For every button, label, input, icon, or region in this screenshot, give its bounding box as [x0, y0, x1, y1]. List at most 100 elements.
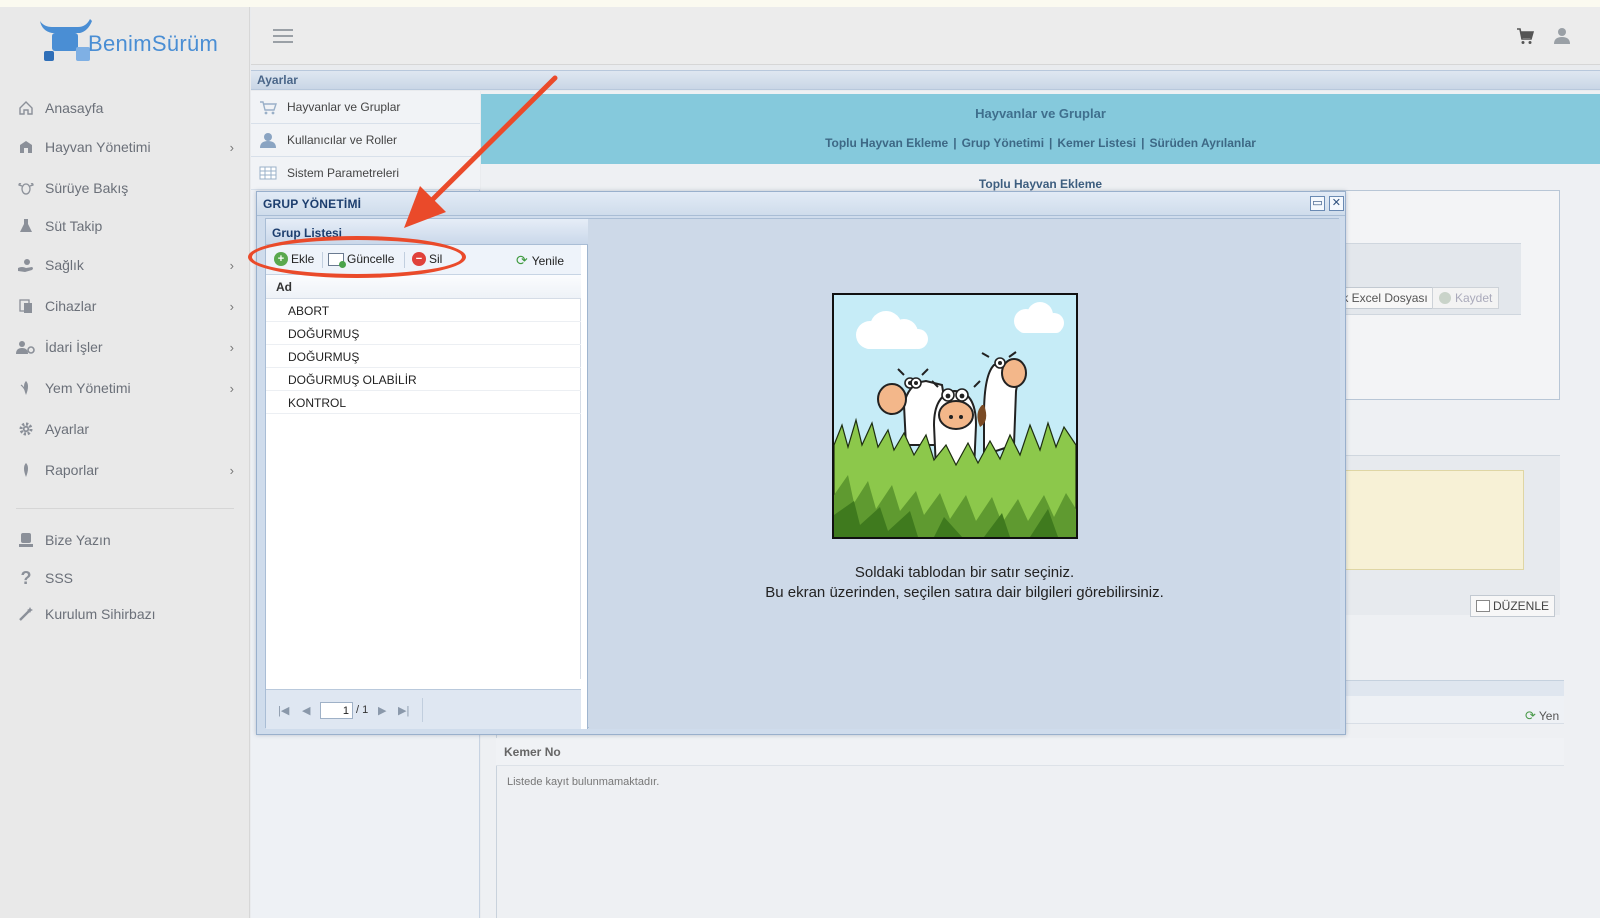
- sidebar-item-label: Süt Takip: [45, 218, 103, 234]
- ayarlar-menu-hayvanlar[interactable]: Hayvanlar ve Gruplar: [251, 91, 480, 124]
- link-kemer-listesi[interactable]: Kemer Listesi: [1057, 136, 1136, 150]
- users-cog-icon: [16, 337, 36, 357]
- sidebar-item-sut-takip[interactable]: Süt Takip: [16, 211, 234, 241]
- chevron-right-icon: ›: [229, 298, 234, 314]
- content-title: Hayvanlar ve Gruplar: [975, 106, 1106, 121]
- edit-icon: [1476, 600, 1490, 612]
- sidebar-item-raporlar[interactable]: Raporlar ›: [16, 455, 234, 485]
- edit-button[interactable]: DÜZENLE: [1470, 595, 1556, 617]
- gear-icon: [16, 419, 36, 439]
- column-header-ad[interactable]: Ad: [266, 275, 581, 299]
- top-strip: [0, 0, 1600, 7]
- top-header: [251, 7, 1600, 65]
- sidebar-item-anasayfa[interactable]: Anasayfa: [16, 93, 234, 123]
- content-links: Toplu Hayvan Ekleme | Grup Yönetimi | Kemer …: [825, 136, 1256, 150]
- question-icon: ?: [20, 567, 32, 588]
- table-row[interactable]: ABORT: [266, 299, 581, 322]
- user-icon: [260, 133, 276, 148]
- link-toplu-hayvan-ekleme[interactable]: Toplu Hayvan Ekleme: [825, 136, 948, 150]
- barn-icon: [16, 137, 36, 157]
- page-number-input[interactable]: [320, 702, 353, 719]
- sidebar-item-cihazlar[interactable]: Cihazlar ›: [16, 291, 234, 321]
- ayarlar-menu-label: Sistem Parametreleri: [287, 166, 400, 180]
- dialog-body: Grup Listesi + Ekle Güncelle − Sil ⟳ Yen…: [265, 218, 1340, 729]
- sidebar-item-suruye-bakis[interactable]: Sürüye Bakış: [16, 173, 234, 203]
- link-suruden-ayrilanlar[interactable]: Sürüden Ayrılanlar: [1149, 136, 1255, 150]
- group-list-panel: Grup Listesi + Ekle Güncelle − Sil ⟳ Yen…: [266, 219, 588, 729]
- group-list-title: Grup Listesi: [266, 219, 588, 245]
- sidebar-item-kurulum-sihirbazi[interactable]: Kurulum Sihirbazı: [16, 599, 234, 629]
- cows-illustration: [832, 293, 1078, 539]
- ayarlar-menu-kullanicilar[interactable]: Kullanıcılar ve Roller: [251, 124, 480, 157]
- close-icon: ✕: [1331, 197, 1342, 209]
- home-icon: [16, 98, 36, 118]
- sidebar-item-label: Kurulum Sihirbazı: [45, 606, 156, 622]
- ayarlar-menu-sistem[interactable]: Sistem Parametreleri: [251, 157, 480, 190]
- wand-icon: [16, 604, 36, 624]
- save-icon: [1439, 292, 1451, 304]
- devices-icon: [16, 296, 36, 316]
- sidebar-item-bize-yazin[interactable]: Bize Yazın: [16, 525, 234, 555]
- contact-icon: [16, 530, 36, 550]
- hamburger-menu-icon[interactable]: [273, 29, 293, 43]
- sidebar: BenimSürüm Anasayfa Hayvan Yönetimi › Sü…: [0, 7, 250, 918]
- refresh-button-lower[interactable]: ⟳ Yen: [1525, 708, 1559, 724]
- add-button[interactable]: + Ekle: [274, 252, 314, 266]
- pager: |◀ ◀ / 1 ▶ ▶|: [266, 689, 581, 729]
- table-icon: [259, 166, 277, 180]
- chevron-right-icon: ›: [229, 380, 234, 396]
- sidebar-item-label: Bize Yazın: [45, 532, 111, 548]
- sidebar-item-label: İdari İşler: [45, 339, 103, 355]
- content-header: Hayvanlar ve Gruplar Toplu Hayvan Ekleme…: [481, 94, 1600, 164]
- detail-message: Soldaki tablodan bir satır seçiniz. Bu e…: [589, 563, 1340, 603]
- logo-text: BenimSürüm: [88, 31, 219, 56]
- last-page-icon[interactable]: ▶|: [398, 704, 409, 717]
- cart-icon[interactable]: [1516, 27, 1534, 45]
- chevron-right-icon: ›: [229, 462, 234, 478]
- sidebar-item-label: Sürüye Bakış: [45, 180, 129, 196]
- sidebar-item-yem-yonetimi[interactable]: Yem Yönetimi ›: [16, 373, 234, 403]
- maximize-button[interactable]: ▭: [1310, 196, 1325, 211]
- refresh-button[interactable]: ⟳ Yenile: [516, 252, 564, 269]
- sidebar-item-label: Sağlık: [45, 257, 84, 273]
- empty-message: Listede kayıt bulunmamaktadır.: [507, 776, 660, 788]
- refresh-icon: ⟳: [516, 252, 528, 268]
- logo[interactable]: BenimSürüm: [38, 15, 238, 70]
- sidebar-item-sss[interactable]: ? SSS: [16, 563, 234, 593]
- delete-button[interactable]: − Sil: [412, 252, 442, 266]
- user-profile-icon[interactable]: [1553, 27, 1571, 45]
- close-button[interactable]: ✕: [1329, 196, 1344, 211]
- prev-page-icon[interactable]: ◀: [302, 704, 310, 717]
- sidebar-item-label: Raporlar: [45, 462, 99, 478]
- table-row[interactable]: DOĞURMUŞ OLABİLİR: [266, 368, 581, 391]
- sidebar-item-hayvan-yonetimi[interactable]: Hayvan Yönetimi ›: [16, 132, 234, 162]
- cart-animals-icon: [260, 101, 277, 115]
- table-row[interactable]: DOĞURMUŞ: [266, 322, 581, 345]
- sidebar-item-label: Hayvan Yönetimi: [45, 139, 151, 155]
- detail-message-line1: Soldaki tablodan bir satır seçiniz.: [854, 564, 1075, 581]
- chevron-right-icon: ›: [229, 139, 234, 155]
- ayarlar-menu-label: Hayvanlar ve Gruplar: [287, 100, 401, 114]
- group-management-dialog: GRUP YÖNETİMİ ▭ ✕ Grup Listesi + Ekle Gü…: [256, 191, 1346, 735]
- section-title: Toplu Hayvan Ekleme: [978, 177, 1103, 191]
- maximize-icon: ▭: [1312, 197, 1323, 209]
- first-page-icon[interactable]: |◀: [278, 704, 289, 717]
- info-box: [1322, 470, 1524, 570]
- update-button[interactable]: Güncelle: [328, 252, 394, 268]
- column-header-kemer-no[interactable]: Kemer No: [496, 738, 1564, 766]
- sidebar-item-idari-isler[interactable]: İdari İşler ›: [16, 332, 234, 362]
- link-grup-yonetimi[interactable]: Grup Yönetimi: [962, 136, 1044, 150]
- detail-message-line2: Bu ekran üzerinden, seçilen satıra dair …: [765, 584, 1164, 601]
- sidebar-item-ayarlar[interactable]: Ayarlar: [16, 414, 234, 444]
- cow-head-icon: [16, 178, 36, 198]
- table-row[interactable]: DOĞURMUŞ: [266, 345, 581, 368]
- sidebar-divider: [16, 508, 234, 509]
- table-row[interactable]: KONTROL: [266, 391, 581, 414]
- chevron-right-icon: ›: [229, 257, 234, 273]
- sidebar-item-saglik[interactable]: Sağlık ›: [16, 250, 234, 280]
- group-list-toolbar: + Ekle Güncelle − Sil ⟳ Yenile: [266, 245, 581, 275]
- next-page-icon[interactable]: ▶: [378, 704, 386, 717]
- page-total: / 1: [356, 704, 369, 716]
- refresh-icon: ⟳: [1525, 708, 1536, 723]
- save-button[interactable]: Kaydet: [1432, 287, 1500, 309]
